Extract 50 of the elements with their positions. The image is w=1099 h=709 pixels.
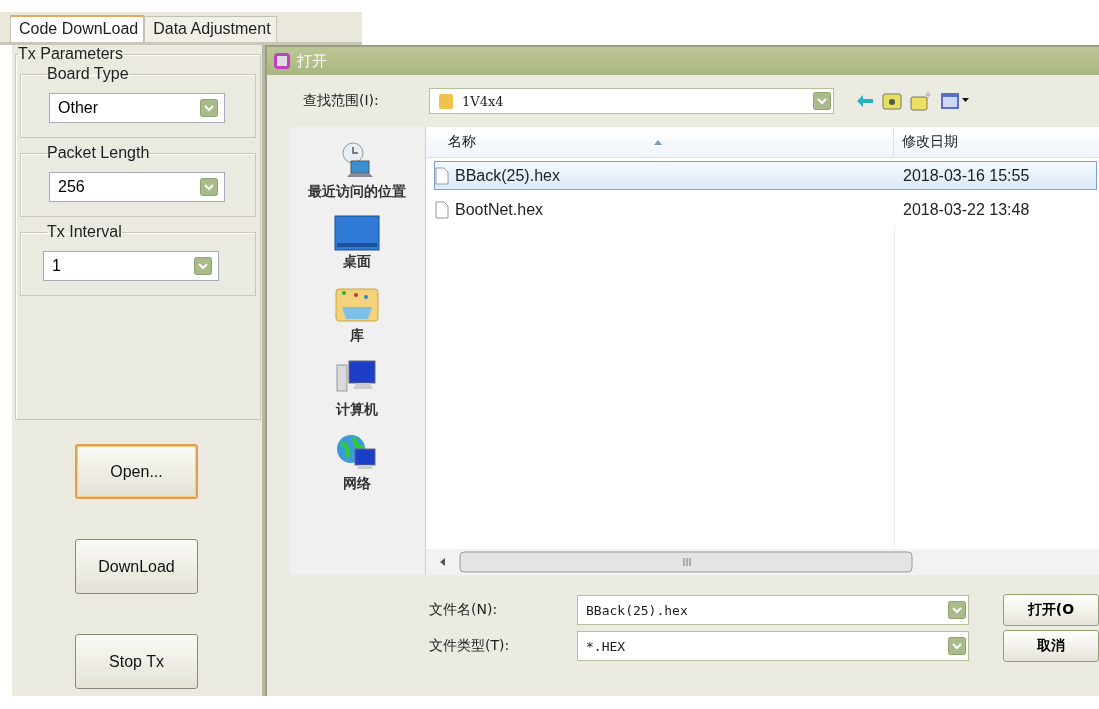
dropdown[interactable]: 256 xyxy=(49,172,225,202)
modified-date: 2018-03-22 13:48 xyxy=(902,200,1030,219)
sort-arrow-icon xyxy=(653,139,663,145)
dropdown[interactable]: 1 xyxy=(43,251,219,281)
file-type-dropdown[interactable]: *.HEX xyxy=(577,631,969,661)
group-title: Tx Parameters xyxy=(18,45,123,63)
new-folder-icon[interactable] xyxy=(910,91,932,111)
folder-icon xyxy=(438,92,454,110)
action-button[interactable]: DownLoad xyxy=(75,539,198,594)
view-menu-icon[interactable] xyxy=(940,92,970,110)
file-icon xyxy=(435,200,449,219)
desktop-icon xyxy=(334,215,380,251)
place-label[interactable]: 网络 xyxy=(343,475,371,493)
library-folder-icon xyxy=(334,285,380,325)
column-header[interactable]: 名称 xyxy=(448,133,476,151)
file-type-label: 文件类型(T): xyxy=(429,637,511,655)
dropdown-value: 256 xyxy=(58,178,85,196)
file-row[interactable]: BootNet.hex 2018-03-22 13:48 xyxy=(434,195,1097,224)
file-name-field[interactable]: BBack(25).hex xyxy=(577,595,969,625)
field-value: 1V4x4 xyxy=(462,93,505,109)
cancel-button[interactable]: 取消 xyxy=(1003,630,1099,662)
file-icon xyxy=(435,166,449,185)
place-label[interactable]: 库 xyxy=(350,327,364,345)
place-label[interactable]: 计算机 xyxy=(336,401,378,419)
app-icon xyxy=(273,52,291,70)
dialog-title: 打开 xyxy=(297,51,327,71)
action-button[interactable]: Stop Tx xyxy=(75,634,198,689)
group-title: Tx Interval xyxy=(47,223,122,241)
field-value: *.HEX xyxy=(586,638,626,654)
dropdown-value: 1 xyxy=(52,257,61,275)
look-in-label: 查找范围(I): xyxy=(303,92,380,110)
back-arrow-icon[interactable] xyxy=(856,94,874,108)
group-title: Board Type xyxy=(47,65,129,83)
place-label[interactable]: 桌面 xyxy=(343,253,371,271)
dropdown-value: Other xyxy=(58,99,98,117)
tab[interactable]: Data Adjustment xyxy=(144,16,277,42)
action-button[interactable]: Open... xyxy=(75,444,198,499)
group-title: Packet Length xyxy=(47,144,150,162)
file-row[interactable]: BBack(25).hex 2018-03-16 15:55 xyxy=(434,161,1097,190)
file-name: BootNet.hex xyxy=(455,200,544,219)
dropdown[interactable]: Other xyxy=(49,93,225,123)
look-in-dropdown[interactable]: 1V4x4 xyxy=(429,88,834,114)
confirm-button[interactable]: 打开(O xyxy=(1003,594,1099,626)
column-header[interactable]: 修改日期 xyxy=(894,133,958,151)
modified-date: 2018-03-16 15:55 xyxy=(902,166,1030,185)
field-value: BBack(25).hex xyxy=(586,602,688,618)
tab[interactable]: Code DownLoad xyxy=(10,15,145,42)
place-label[interactable]: 最近访问的位置 xyxy=(308,183,406,201)
file-name: BBack(25).hex xyxy=(455,166,560,185)
file-name-label: 文件名(N): xyxy=(429,601,499,619)
